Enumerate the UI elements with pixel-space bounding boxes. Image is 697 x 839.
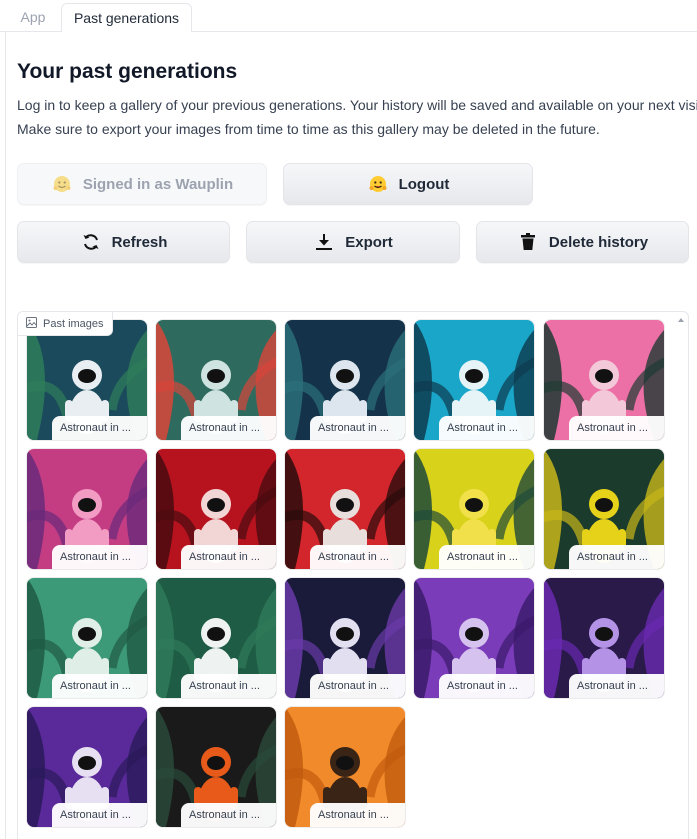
thumbnail-caption: Astronaut in ...	[310, 416, 405, 440]
gallery-thumbnail[interactable]: Astronaut in ...	[156, 320, 276, 440]
gallery-thumbnail[interactable]: Astronaut in ...	[156, 578, 276, 698]
description-line-2: Make sure to export your images from tim…	[17, 121, 600, 137]
gallery-thumbnail[interactable]: Astronaut in ...	[27, 320, 147, 440]
gallery-thumbnail[interactable]: Astronaut in ...	[414, 320, 534, 440]
tab-bar: App Past generations	[0, 0, 697, 32]
gallery-thumbnail[interactable]: Astronaut in ...	[544, 449, 664, 569]
trash-icon	[517, 231, 539, 253]
logout-button[interactable]: Logout	[283, 163, 533, 205]
thumbnail-caption: Astronaut in ...	[52, 674, 147, 698]
gallery-thumbnail[interactable]: Astronaut in ...	[544, 320, 664, 440]
tab-past-generations[interactable]: Past generations	[61, 3, 192, 32]
gallery-scrollbar[interactable]	[676, 314, 686, 838]
export-label: Export	[345, 233, 393, 251]
gallery-thumbnail[interactable]: Astronaut in ...	[285, 320, 405, 440]
hugging-face-icon	[51, 173, 73, 195]
refresh-icon	[80, 231, 102, 253]
gallery-thumbnail[interactable]: Astronaut in ...	[414, 449, 534, 569]
gallery-thumbnail[interactable]: Astronaut in ...	[285, 578, 405, 698]
thumbnail-caption: Astronaut in ...	[439, 674, 534, 698]
thumbnail-caption: Astronaut in ...	[569, 545, 664, 569]
gallery-thumbnail[interactable]: Astronaut in ...	[27, 578, 147, 698]
thumbnail-caption: Astronaut in ...	[439, 416, 534, 440]
download-icon	[313, 231, 335, 253]
gallery-thumbnail[interactable]: Astronaut in ...	[27, 707, 147, 827]
thumbnail-caption: Astronaut in ...	[52, 803, 147, 827]
description-line-1: Log in to keep a gallery of your previou…	[17, 97, 697, 113]
signed-in-button: Signed in as Wauplin	[17, 163, 267, 205]
gallery-label-text: Past images	[43, 317, 104, 330]
gallery-thumbnail[interactable]: Astronaut in ...	[156, 707, 276, 827]
page-title: Your past generations	[17, 60, 238, 83]
gallery-thumbnail[interactable]: Astronaut in ...	[414, 578, 534, 698]
thumbnail-caption: Astronaut in ...	[52, 545, 147, 569]
image-icon	[26, 316, 37, 331]
delete-history-label: Delete history	[548, 233, 649, 251]
export-button[interactable]: Export	[246, 221, 460, 263]
thumbnail-caption: Astronaut in ...	[439, 545, 534, 569]
thumbnail-caption: Astronaut in ...	[181, 416, 276, 440]
refresh-label: Refresh	[111, 233, 168, 251]
gallery-thumbnail[interactable]: Astronaut in ...	[285, 707, 405, 827]
refresh-button[interactable]: Refresh	[17, 221, 230, 263]
logout-label: Logout	[398, 175, 450, 193]
thumbnail-caption: Astronaut in ...	[52, 416, 147, 440]
signed-in-label: Signed in as Wauplin	[82, 175, 234, 193]
gallery-label: Past images	[18, 312, 113, 336]
thumbnail-caption: Astronaut in ...	[181, 545, 276, 569]
gallery-thumbnail[interactable]: Astronaut in ...	[27, 449, 147, 569]
hugging-face-icon	[367, 173, 389, 195]
gallery-thumbnail[interactable]: Astronaut in ...	[156, 449, 276, 569]
gallery-thumbnail[interactable]: Astronaut in ...	[544, 578, 664, 698]
thumbnail-caption: Astronaut in ...	[181, 674, 276, 698]
thumbnail-caption: Astronaut in ...	[569, 416, 664, 440]
gallery-thumbnail[interactable]: Astronaut in ...	[285, 449, 405, 569]
tab-app[interactable]: App	[5, 3, 61, 32]
thumbnail-caption: Astronaut in ...	[569, 674, 664, 698]
thumbnail-caption: Astronaut in ...	[181, 803, 276, 827]
past-images-gallery: Past images Astronaut in ... Astronaut in…	[17, 311, 689, 839]
delete-history-button[interactable]: Delete history	[476, 221, 689, 263]
scroll-up-arrow-icon[interactable]	[678, 318, 684, 322]
thumbnail-caption: Astronaut in ...	[310, 545, 405, 569]
thumbnail-caption: Astronaut in ...	[310, 803, 405, 827]
thumbnail-caption: Astronaut in ...	[310, 674, 405, 698]
